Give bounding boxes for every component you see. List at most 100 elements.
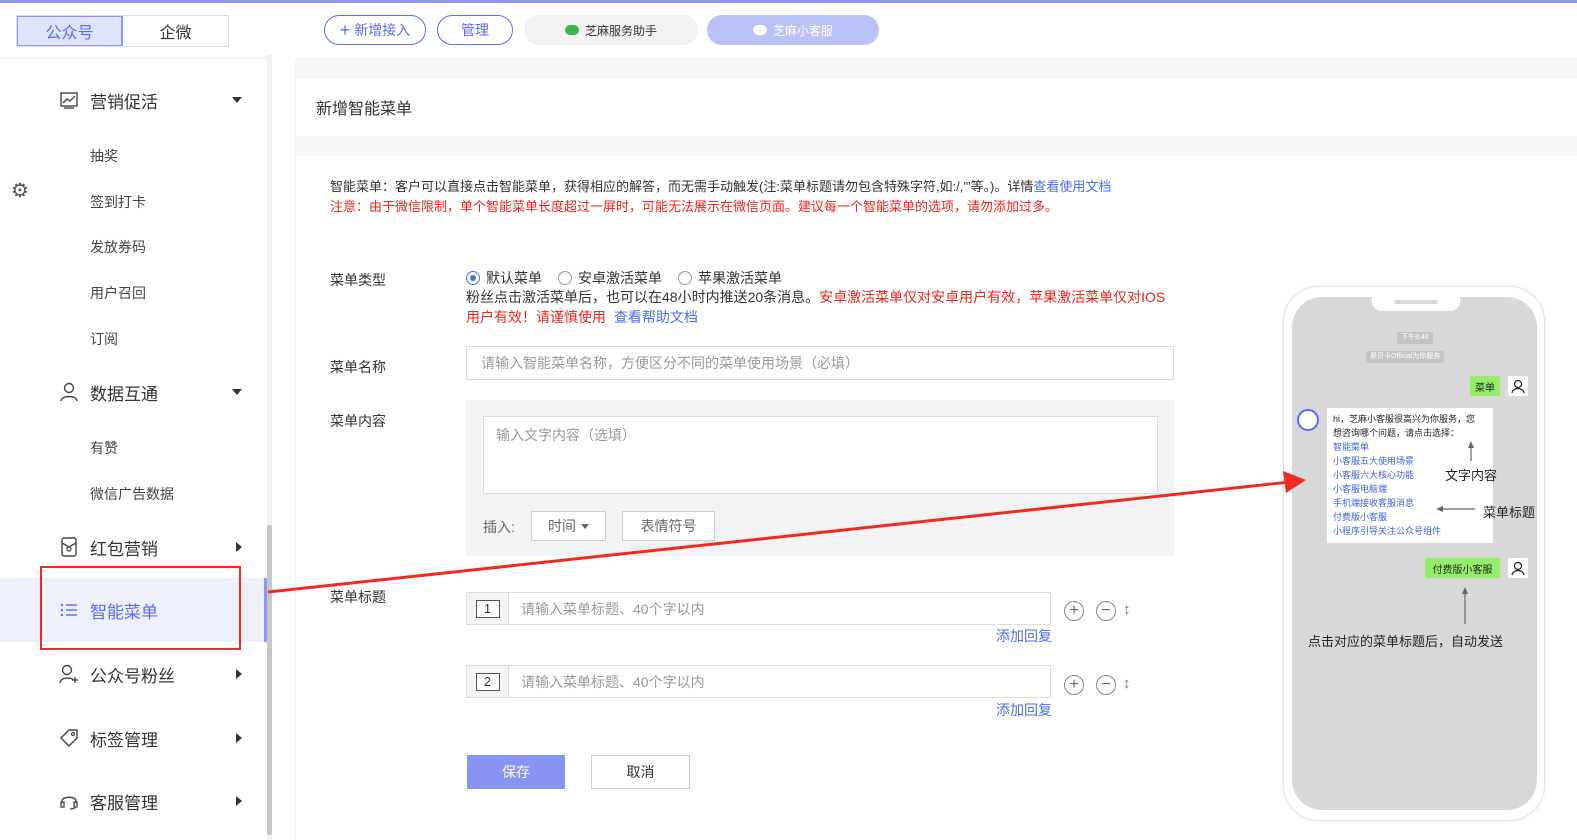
menu-content-label: 菜单内容 bbox=[330, 413, 386, 429]
sidebar-scrollbar-thumb[interactable] bbox=[267, 525, 272, 835]
chevron-down-icon bbox=[232, 97, 242, 103]
minus-circle-icon[interactable]: − bbox=[1096, 601, 1116, 621]
plus-circle-icon[interactable]: + bbox=[1064, 601, 1084, 621]
account-tab-mini-service[interactable]: 芝麻小客服 bbox=[707, 15, 879, 45]
bot-menu-link[interactable]: 智能菜单 bbox=[1333, 440, 1487, 454]
description-text: 智能菜单：客户可以直接点击智能菜单，获得相应的解答，而无需手动触发(注:菜单标题… bbox=[330, 179, 1034, 194]
bot-menu-link[interactable]: 手机端接收客服消息 bbox=[1333, 496, 1487, 510]
chevron-right-icon bbox=[236, 542, 242, 552]
bot-menu-link[interactable]: 小程序引导关注公众号组件 bbox=[1333, 524, 1487, 538]
segment-wecom[interactable]: 企微 bbox=[123, 16, 228, 46]
sidebar: 公众号 企微 bbox=[0, 3, 272, 840]
sidebar-group-tags[interactable]: 标签管理 bbox=[58, 723, 248, 753]
radio-android-menu[interactable]: 安卓激活菜单 bbox=[558, 268, 662, 288]
bot-avatar bbox=[1297, 409, 1319, 431]
annotation-auto-send: 点击对应的菜单标题后，自动发送 bbox=[1308, 634, 1504, 649]
account-tab-label: 芝麻服务助手 bbox=[584, 23, 657, 38]
chevron-down-icon bbox=[232, 389, 242, 395]
radio-label: 苹果激活菜单 bbox=[698, 270, 782, 286]
plus-icon: + bbox=[339, 20, 351, 40]
annotation-menu-title: 菜单标题 bbox=[1483, 505, 1536, 520]
wechat-icon bbox=[752, 25, 767, 35]
phone-speaker bbox=[1394, 300, 1438, 304]
add-access-button[interactable]: + 新增接入 bbox=[324, 15, 426, 45]
sidebar-item-coupon[interactable]: 发放券码 bbox=[90, 237, 146, 257]
wechat-icon bbox=[564, 25, 579, 35]
sidebar-item-youzan[interactable]: 有赞 bbox=[90, 438, 118, 458]
insert-time-label: 时间 bbox=[548, 518, 576, 534]
user-avatar bbox=[1508, 558, 1528, 578]
user-message-paid: 付费版小客服 bbox=[1425, 558, 1500, 578]
radio-indicator bbox=[558, 271, 572, 285]
sidebar-item-wechat-ads[interactable]: 微信广告数据 bbox=[90, 484, 174, 504]
minus-circle-icon[interactable]: − bbox=[1096, 675, 1116, 695]
sidebar-group-label: 公众号粉丝 bbox=[90, 666, 175, 686]
plus-circle-icon[interactable]: + bbox=[1064, 675, 1084, 695]
save-button[interactable]: 保存 bbox=[467, 755, 565, 789]
tag-icon bbox=[58, 727, 80, 749]
sidebar-item-subscribe[interactable]: 订阅 bbox=[90, 329, 118, 349]
menu-type-note: 粉丝点击激活菜单后，也可以在48小时内推送20条消息。 bbox=[466, 289, 820, 305]
chevron-right-icon bbox=[236, 796, 242, 806]
menu-name-label: 菜单名称 bbox=[330, 359, 386, 375]
account-type-switch: 公众号 企微 bbox=[16, 15, 229, 47]
sidebar-item-lottery[interactable]: 抽奖 bbox=[90, 146, 118, 166]
sidebar-group-data[interactable]: 数据互通 bbox=[58, 377, 248, 407]
insert-time-dropdown[interactable]: 时间 bbox=[531, 511, 606, 541]
gear-icon[interactable]: ⚙ bbox=[9, 180, 31, 202]
sidebar-group-fans[interactable]: 公众号粉丝 bbox=[58, 659, 248, 689]
user-message-menu: 菜单 bbox=[1470, 376, 1500, 396]
caret-down-icon bbox=[581, 523, 589, 529]
sidebar-group-redpacket[interactable]: 红包营销 bbox=[58, 532, 248, 562]
menu-type-radio-group: 默认菜单 安卓激活菜单 苹果激活菜单 bbox=[466, 268, 798, 288]
sidebar-item-recall[interactable]: 用户召回 bbox=[90, 283, 146, 303]
menu-type-note-line2: 用户有效！请谨慎使用 查看帮助文档 bbox=[466, 307, 698, 327]
menu-type-note-line1: 粉丝点击激活菜单后，也可以在48小时内推送20条消息。安卓激活菜单仅对安卓用户有… bbox=[466, 287, 1165, 307]
bot-menu-link[interactable]: 小客服电脑端 bbox=[1333, 482, 1487, 496]
sidebar-group-label: 红包营销 bbox=[90, 539, 158, 559]
title-number-cell: 1 bbox=[467, 593, 509, 624]
bot-intro: hi，芝麻小客服很高兴为你服务，您想咨询哪个问题，请点击选择： bbox=[1333, 414, 1476, 438]
highlight-box bbox=[40, 566, 241, 650]
phone-screen bbox=[1292, 297, 1537, 810]
view-docs-link[interactable]: 查看使用文档 bbox=[1033, 179, 1111, 194]
radio-default-menu[interactable]: 默认菜单 bbox=[466, 268, 542, 288]
menu-content-textarea[interactable]: 输入文字内容（选填） bbox=[483, 416, 1158, 494]
add-reply-link-1[interactable]: 添加回复 bbox=[996, 626, 1052, 646]
account-tab-label: 芝麻小客服 bbox=[772, 23, 833, 38]
menu-title-input-2[interactable]: 请输入菜单标题、40个字以内 bbox=[509, 672, 705, 692]
radio-ios-menu[interactable]: 苹果激活菜单 bbox=[678, 268, 782, 288]
user-icon bbox=[58, 381, 80, 403]
sidebar-group-marketing[interactable]: 营销促活 bbox=[58, 85, 248, 115]
title-number-cell: 2 bbox=[467, 666, 509, 697]
insert-emoji-button[interactable]: 表情符号 bbox=[622, 511, 715, 541]
chevron-right-icon bbox=[236, 669, 242, 679]
bot-menu-link[interactable]: 付费版小客服 bbox=[1333, 510, 1487, 524]
chat-system-message: 晏贝卡Official为你服务 bbox=[1366, 351, 1445, 363]
sort-icon[interactable]: ↕ bbox=[1123, 675, 1131, 692]
title-number: 1 bbox=[475, 599, 500, 618]
manage-button[interactable]: 管理 bbox=[437, 15, 513, 45]
menu-title-input-1[interactable]: 请输入菜单标题、40个字以内 bbox=[509, 599, 705, 619]
sidebar-group-label: 数据互通 bbox=[90, 384, 158, 404]
help-docs-link[interactable]: 查看帮助文档 bbox=[614, 309, 698, 325]
radio-indicator bbox=[678, 271, 692, 285]
sidebar-group-service[interactable]: 客服管理 bbox=[58, 786, 248, 816]
sort-icon[interactable]: ↕ bbox=[1123, 601, 1131, 618]
account-tab-service-assistant[interactable]: 芝麻服务助手 bbox=[524, 15, 698, 45]
menu-type-warning-cont: 用户有效！请谨慎使用 bbox=[466, 309, 606, 325]
sidebar-item-checkin[interactable]: 签到打卡 bbox=[90, 192, 146, 212]
sidebar-divider bbox=[0, 57, 272, 58]
menu-type-warning: 安卓激活菜单仅对安卓用户有效，苹果激活菜单仅对IOS bbox=[819, 289, 1166, 305]
page-title: 新增智能菜单 bbox=[296, 78, 1577, 136]
title-number: 2 bbox=[475, 672, 500, 691]
radio-label: 安卓激活菜单 bbox=[578, 270, 662, 286]
menu-type-label: 菜单类型 bbox=[330, 272, 386, 288]
menu-title-row-1: 1 请输入菜单标题、40个字以内 bbox=[466, 592, 1051, 625]
chevron-right-icon bbox=[236, 733, 242, 743]
add-reply-link-2[interactable]: 添加回复 bbox=[996, 700, 1052, 720]
cancel-button[interactable]: 取消 bbox=[591, 755, 690, 789]
segment-official-account[interactable]: 公众号 bbox=[17, 16, 123, 46]
radio-label: 默认菜单 bbox=[486, 270, 542, 286]
menu-name-input[interactable]: 请输入智能菜单名称，方便区分不同的菜单使用场景（必填） bbox=[466, 346, 1174, 380]
